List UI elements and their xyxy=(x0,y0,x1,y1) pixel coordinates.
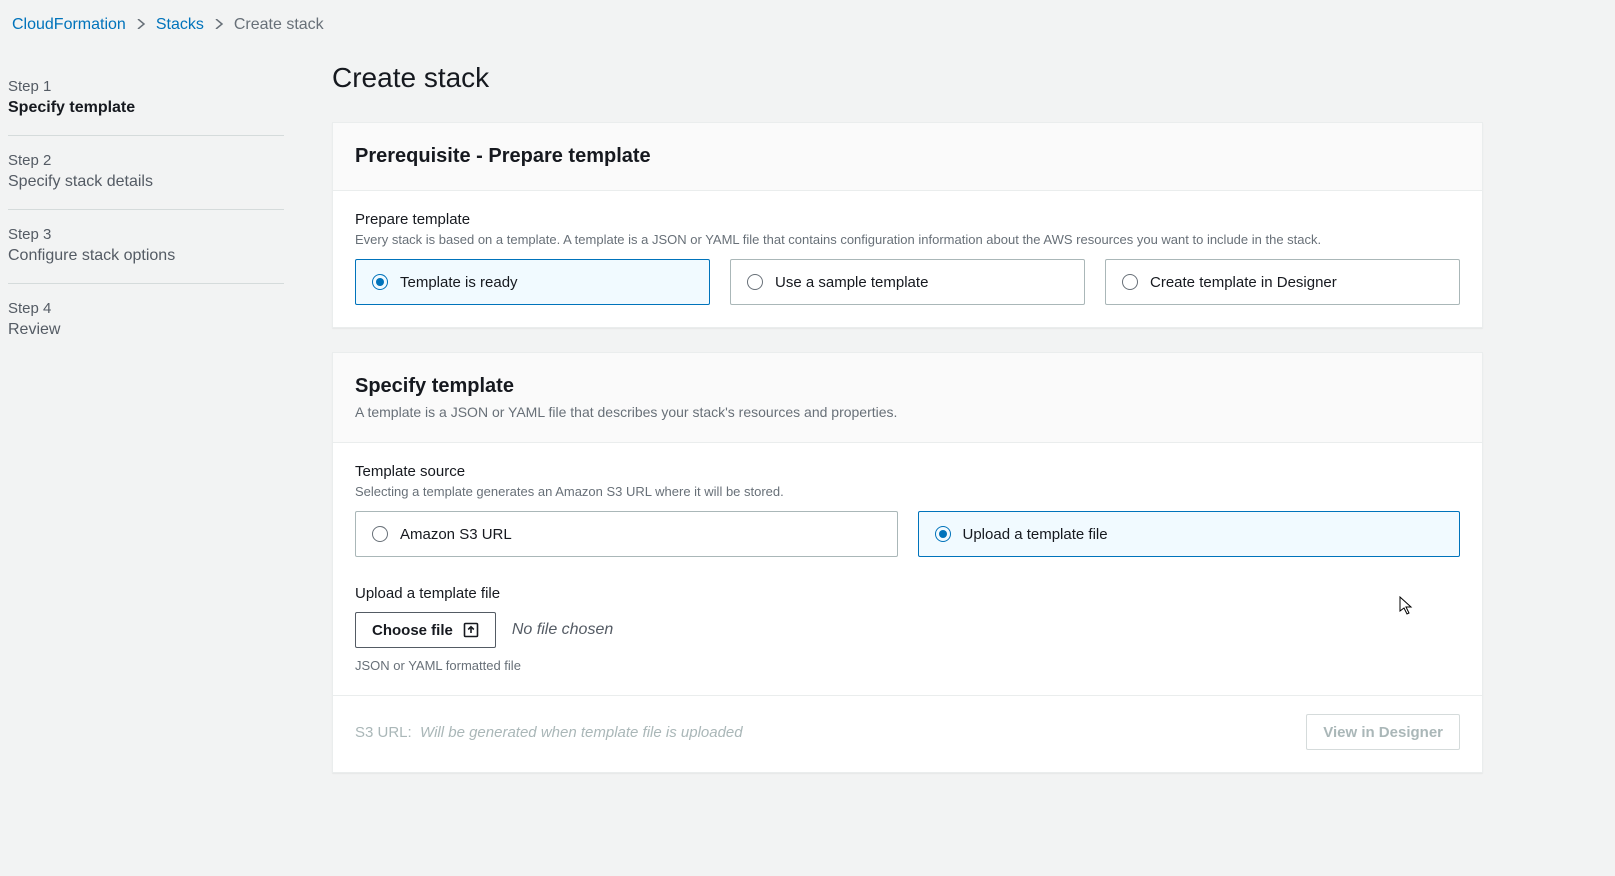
radio-icon xyxy=(747,274,763,290)
option-template-is-ready[interactable]: Template is ready xyxy=(355,259,710,305)
panel-header: Prerequisite - Prepare template xyxy=(333,123,1482,191)
step-number: Step 1 xyxy=(8,78,284,95)
radio-icon xyxy=(935,526,951,542)
upload-icon xyxy=(463,622,479,638)
file-format-hint: JSON or YAML formatted file xyxy=(355,658,1460,673)
main-content: Create stack Prerequisite - Prepare temp… xyxy=(292,48,1615,797)
panel-body: Template source Selecting a template gen… xyxy=(333,443,1482,695)
step-label: Specify template xyxy=(8,99,284,117)
option-use-sample-template[interactable]: Use a sample template xyxy=(730,259,1085,305)
prepare-template-options: Template is ready Use a sample template … xyxy=(355,259,1460,305)
template-source-label: Template source xyxy=(355,463,1460,480)
s3-url-line: S3 URL: Will be generated when template … xyxy=(355,724,743,741)
breadcrumb-current: Create stack xyxy=(234,16,324,34)
radio-icon xyxy=(372,274,388,290)
template-source-options: Amazon S3 URL Upload a template file xyxy=(355,511,1460,557)
panel-subtext: A template is a JSON or YAML file that d… xyxy=(355,404,1460,420)
option-label: Template is ready xyxy=(400,274,518,291)
view-in-designer-button[interactable]: View in Designer xyxy=(1306,714,1460,750)
choose-file-button[interactable]: Choose file xyxy=(355,612,496,648)
step-3[interactable]: Step 3 Configure stack options xyxy=(8,226,284,284)
step-2[interactable]: Step 2 Specify stack details xyxy=(8,152,284,210)
radio-icon xyxy=(372,526,388,542)
option-s3-url[interactable]: Amazon S3 URL xyxy=(355,511,898,557)
step-label: Configure stack options xyxy=(8,247,284,265)
choose-file-label: Choose file xyxy=(372,622,453,639)
step-label: Specify stack details xyxy=(8,173,284,191)
prepare-template-desc: Every stack is based on a template. A te… xyxy=(355,232,1460,247)
panel-footer: S3 URL: Will be generated when template … xyxy=(333,695,1482,772)
option-label: Use a sample template xyxy=(775,274,928,291)
option-label: Upload a template file xyxy=(963,526,1108,543)
breadcrumb-cloudformation[interactable]: CloudFormation xyxy=(12,16,126,34)
step-label: Review xyxy=(8,321,284,339)
step-number: Step 3 xyxy=(8,226,284,243)
radio-icon xyxy=(1122,274,1138,290)
upload-template-label: Upload a template file xyxy=(355,585,1460,602)
step-1[interactable]: Step 1 Specify template xyxy=(8,78,284,136)
option-label: Amazon S3 URL xyxy=(400,526,512,543)
step-number: Step 2 xyxy=(8,152,284,169)
step-4[interactable]: Step 4 Review xyxy=(8,300,284,357)
breadcrumb-stacks[interactable]: Stacks xyxy=(156,16,204,34)
option-label: Create template in Designer xyxy=(1150,274,1337,291)
specify-template-panel: Specify template A template is a JSON or… xyxy=(332,352,1483,773)
chevron-right-icon xyxy=(136,16,146,34)
option-create-in-designer[interactable]: Create template in Designer xyxy=(1105,259,1460,305)
panel-body: Prepare template Every stack is based on… xyxy=(333,191,1482,327)
template-source-desc: Selecting a template generates an Amazon… xyxy=(355,484,1460,499)
option-upload-template-file[interactable]: Upload a template file xyxy=(918,511,1461,557)
prepare-template-label: Prepare template xyxy=(355,211,1460,228)
upload-row: Choose file No file chosen xyxy=(355,612,1460,648)
breadcrumb: CloudFormation Stacks Create stack xyxy=(0,0,1615,48)
s3-url-label: S3 URL: xyxy=(355,724,412,741)
file-status: No file chosen xyxy=(512,621,613,639)
panel-heading: Prerequisite - Prepare template xyxy=(355,145,1460,168)
page-title: Create stack xyxy=(332,62,1483,94)
wizard-steps: Step 1 Specify template Step 2 Specify s… xyxy=(0,48,292,797)
panel-heading: Specify template xyxy=(355,375,1460,398)
panel-header: Specify template A template is a JSON or… xyxy=(333,353,1482,443)
s3-url-value: Will be generated when template file is … xyxy=(420,724,743,741)
prerequisite-panel: Prerequisite - Prepare template Prepare … xyxy=(332,122,1483,328)
chevron-right-icon xyxy=(214,16,224,34)
step-number: Step 4 xyxy=(8,300,284,317)
